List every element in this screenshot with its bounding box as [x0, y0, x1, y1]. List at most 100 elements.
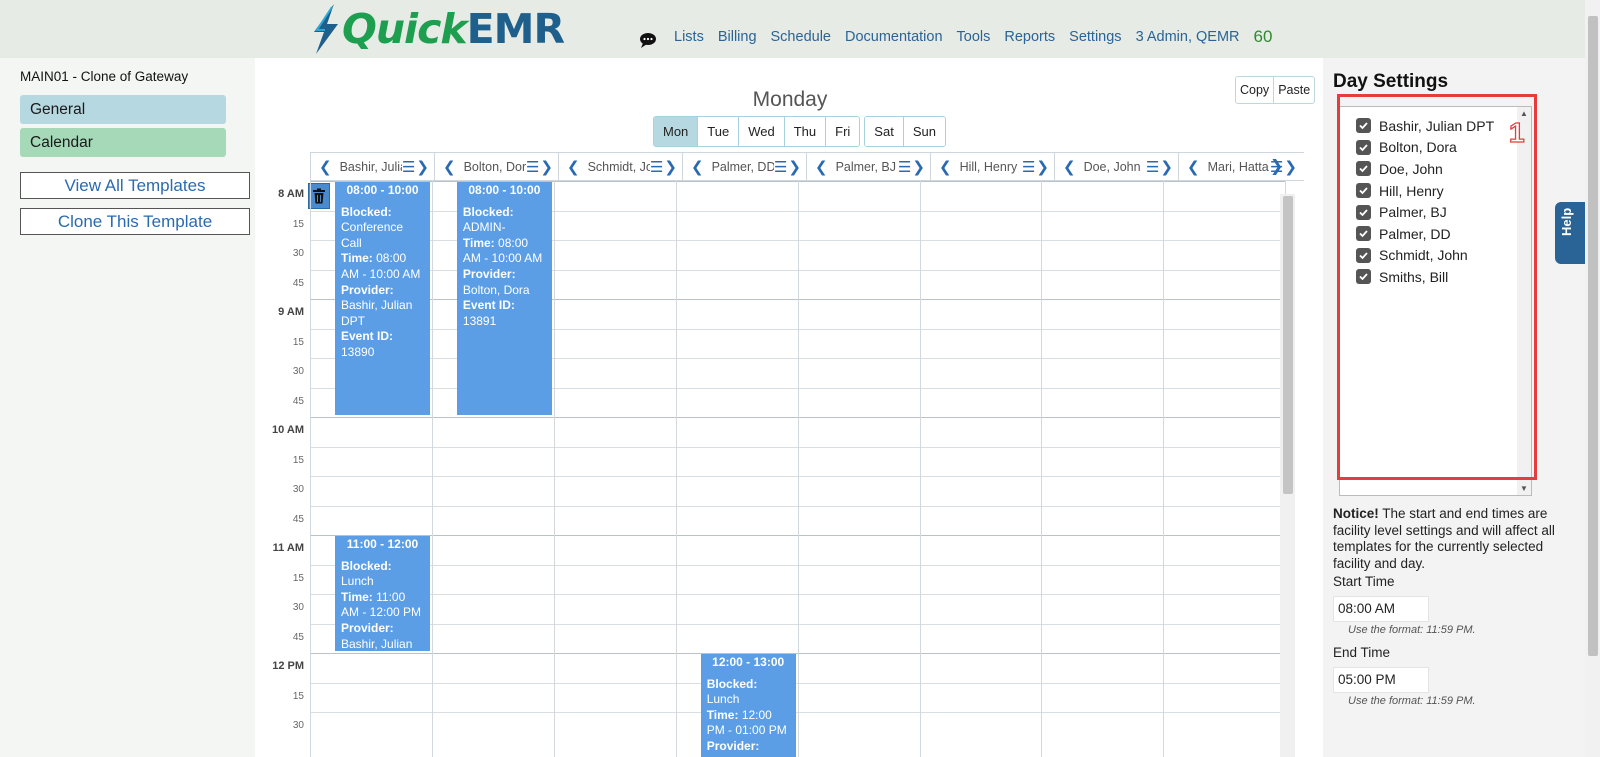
- menu-icon[interactable]: ☰: [898, 158, 911, 176]
- notification-count[interactable]: 60: [1254, 27, 1273, 47]
- nav-settings[interactable]: Settings: [1069, 29, 1121, 45]
- event-detail: Blocked: Lunch: [341, 558, 392, 589]
- day-settings-panel: Day Settings Bashir, Julian DPT Bolton, D…: [1323, 58, 1600, 757]
- chat-bubble-icon[interactable]: [638, 30, 658, 50]
- blocked-event[interactable]: 11:00 - 12:00 Blocked: Lunch Time: 11:00 A…: [335, 536, 430, 651]
- menu-icon[interactable]: ☰: [526, 158, 539, 176]
- chevron-right-icon[interactable]: ❯: [664, 158, 677, 176]
- time-label: 11 AM: [272, 542, 304, 554]
- chevron-right-icon[interactable]: ❯: [912, 158, 925, 176]
- time-label: 45: [292, 277, 304, 289]
- checkbox-checked-icon[interactable]: [1356, 247, 1371, 263]
- provider-checklist[interactable]: Bashir, Julian DPT Bolton, Dora Doe, John H…: [1339, 106, 1532, 496]
- nav-documentation[interactable]: Documentation: [845, 29, 943, 45]
- column-divider: [431, 181, 433, 757]
- chevron-right-icon[interactable]: ❯: [416, 158, 429, 176]
- scrollbar-thumb[interactable]: [1283, 196, 1293, 494]
- nav-user-menu[interactable]: 3 Admin, QEMR: [1136, 29, 1240, 45]
- checkbox-checked-icon[interactable]: [1356, 161, 1371, 177]
- menu-icon[interactable]: ☰: [774, 158, 787, 176]
- blocked-event[interactable]: 08:00 - 10:00 Blocked: Conference Call Tim…: [335, 182, 430, 415]
- start-time-input[interactable]: 08:00 AM: [1333, 596, 1429, 622]
- event-time: 11:00 - 12:00: [346, 537, 419, 551]
- provider-name: Bolton, Dor: [463, 160, 526, 174]
- schedule-grid[interactable]: 8 AM 15 30 45 9 AM 15 30 45 10 AM 15 30 45 11 AM 15 30…: [260, 181, 1306, 757]
- chevron-left-icon[interactable]: ❮: [567, 158, 580, 176]
- page-scrollbar[interactable]: [1585, 0, 1600, 757]
- chevron-right-icon[interactable]: ❯: [1284, 158, 1297, 176]
- day-button-fri[interactable]: Fri: [825, 117, 860, 146]
- day-button-tue[interactable]: Tue: [697, 117, 739, 146]
- checkbox-checked-icon[interactable]: [1356, 204, 1371, 220]
- chevron-left-icon[interactable]: ❮: [1063, 158, 1076, 176]
- provider-checkbox-item[interactable]: Palmer, BJ: [1340, 201, 1531, 223]
- blocked-event[interactable]: 12:00 - 13:00 Blocked: Lunch Time: 12:00 P…: [700, 654, 796, 757]
- end-time-input[interactable]: 05:00 PM: [1333, 667, 1429, 693]
- checkbox-checked-icon[interactable]: [1356, 226, 1371, 242]
- clone-template-button[interactable]: Clone This Template: [20, 208, 250, 235]
- copy-button[interactable]: Copy: [1236, 77, 1273, 103]
- day-button-thu[interactable]: Thu: [783, 117, 826, 146]
- menu-icon[interactable]: ☰: [1022, 158, 1035, 176]
- nav-billing[interactable]: Billing: [718, 29, 757, 45]
- nav-tools[interactable]: Tools: [957, 29, 991, 45]
- scroll-providers-right-icon[interactable]: ❯: [1270, 156, 1283, 176]
- nav-reports[interactable]: Reports: [1004, 29, 1055, 45]
- chevron-left-icon[interactable]: ❮: [443, 158, 456, 176]
- day-button-mon[interactable]: Mon: [654, 117, 698, 146]
- menu-icon[interactable]: ☰: [1146, 158, 1159, 176]
- nav-lists[interactable]: Lists: [674, 29, 704, 45]
- event-time: 12:00 - 13:00: [712, 655, 785, 669]
- provider-checkbox-item[interactable]: Smiths, Bill: [1340, 266, 1531, 288]
- column-divider: [553, 181, 555, 757]
- day-button-sun[interactable]: Sun: [902, 117, 945, 146]
- annotation-number: 1: [1508, 116, 1525, 148]
- logo-quick: Quick: [342, 5, 468, 53]
- nav-schedule[interactable]: Schedule: [771, 29, 831, 45]
- paste-button[interactable]: Paste: [1273, 77, 1314, 103]
- time-label: 15: [292, 690, 304, 702]
- blocked-event[interactable]: 08:00 - 10:00 Blocked: ADMIN- Time: 08:00 …: [456, 182, 552, 415]
- provider-checkbox-item[interactable]: Palmer, DD: [1340, 223, 1531, 245]
- time-label: 30: [292, 602, 304, 613]
- chevron-right-icon[interactable]: ❯: [1160, 158, 1173, 176]
- quickemr-logo[interactable]: Quick EMR: [310, 4, 565, 54]
- view-all-templates-button[interactable]: View All Templates: [20, 172, 250, 199]
- checkbox-checked-icon[interactable]: [1356, 269, 1371, 285]
- chevron-right-icon[interactable]: ❯: [788, 158, 801, 176]
- provider-checkbox-item[interactable]: Schmidt, John: [1340, 245, 1531, 267]
- chevron-left-icon[interactable]: ❮: [319, 158, 332, 176]
- chevron-left-icon[interactable]: ❮: [939, 158, 952, 176]
- copy-paste-group: Copy Paste: [1235, 76, 1316, 104]
- provider-checkbox-label: Bashir, Julian DPT: [1379, 117, 1495, 134]
- help-tab[interactable]: Help: [1555, 202, 1585, 264]
- menu-icon[interactable]: ☰: [650, 158, 663, 176]
- day-button-wed[interactable]: Wed: [738, 117, 784, 146]
- provider-checkbox-item[interactable]: Hill, Henry: [1340, 180, 1531, 202]
- chevron-left-icon[interactable]: ❮: [815, 158, 828, 176]
- event-detail: Provider: Palmer, DD: [706, 738, 768, 757]
- provider-checkbox-item[interactable]: Bashir, Julian DPT: [1340, 115, 1531, 137]
- end-time-label: End Time: [1333, 645, 1391, 660]
- provider-list-scrollbar[interactable]: ▲ ▼: [1517, 107, 1531, 495]
- chevron-right-icon[interactable]: ❯: [540, 158, 553, 176]
- tab-general[interactable]: General: [20, 95, 226, 124]
- event-detail: Time: 11:00 AM - 12:00 PM: [341, 589, 422, 620]
- chevron-right-icon[interactable]: ❯: [1036, 158, 1049, 176]
- scroll-down-icon[interactable]: ▼: [1520, 484, 1528, 493]
- provider-checkbox-item[interactable]: Bolton, Dora: [1340, 137, 1531, 159]
- checkbox-checked-icon[interactable]: [1356, 183, 1371, 199]
- calendar-scrollbar[interactable]: [1280, 194, 1295, 757]
- event-detail: Provider: Bashir, Julian DPT: [341, 282, 413, 328]
- provider-checkbox-label: Schmidt, John: [1379, 247, 1468, 264]
- chevron-left-icon[interactable]: ❮: [1187, 158, 1200, 176]
- chevron-left-icon[interactable]: ❮: [691, 158, 704, 176]
- notice-text: Notice! The start and end times are faci…: [1333, 506, 1558, 572]
- provider-checkbox-item[interactable]: Doe, John: [1340, 158, 1531, 180]
- checkbox-checked-icon[interactable]: [1356, 139, 1371, 155]
- page-scrollbar-thumb[interactable]: [1588, 16, 1598, 656]
- checkbox-checked-icon[interactable]: [1356, 118, 1371, 134]
- day-button-sat[interactable]: Sat: [865, 117, 903, 146]
- tab-calendar[interactable]: Calendar: [20, 128, 226, 157]
- menu-icon[interactable]: ☰: [402, 158, 415, 176]
